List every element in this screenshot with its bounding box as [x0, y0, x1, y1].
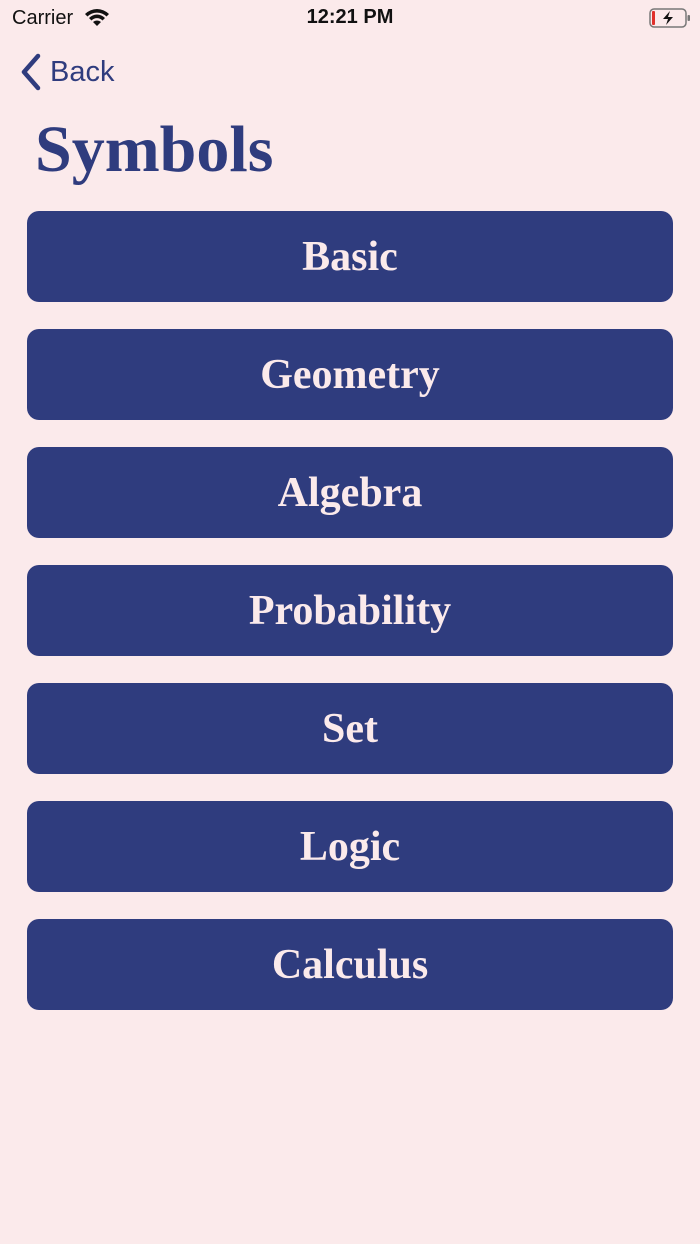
chevron-left-icon	[21, 53, 41, 91]
back-button[interactable]: Back	[18, 50, 114, 94]
category-button-basic[interactable]: Basic	[27, 211, 673, 302]
status-bar: Carrier 12:21 PM	[0, 0, 700, 36]
symbol-category-list: Basic Geometry Algebra Probability Set L…	[27, 211, 673, 1037]
status-time: 12:21 PM	[306, 6, 394, 28]
battery-charging-icon	[649, 8, 690, 28]
back-label: Back	[50, 55, 115, 88]
category-button-algebra[interactable]: Algebra	[27, 447, 673, 538]
category-button-logic[interactable]: Logic	[27, 801, 673, 892]
page-title: Symbols	[35, 113, 274, 186]
category-button-geometry[interactable]: Geometry	[27, 329, 673, 420]
category-button-set[interactable]: Set	[27, 683, 673, 774]
category-button-probability[interactable]: Probability	[27, 565, 673, 656]
category-button-calculus[interactable]: Calculus	[27, 919, 673, 1010]
